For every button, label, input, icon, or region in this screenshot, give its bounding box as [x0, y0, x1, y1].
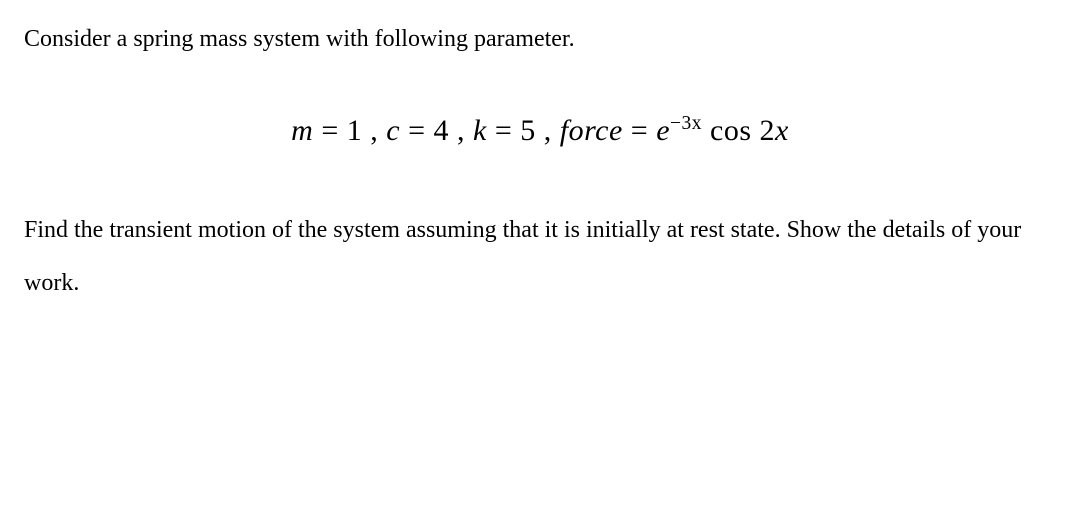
- equals-3: =: [487, 114, 520, 147]
- equals-1: =: [313, 114, 346, 147]
- intro-text: Consider a spring mass system with follo…: [24, 20, 1056, 58]
- space-1: [702, 114, 710, 147]
- question-text: Find the transient motion of the system …: [24, 204, 1056, 310]
- var-c: c: [386, 114, 400, 147]
- val-m: 1: [347, 114, 363, 147]
- val-c: 4: [433, 114, 449, 147]
- sep-2: ,: [449, 114, 473, 147]
- equation-display: m = 1 , c = 4 , k = 5 , force = e−3x cos…: [24, 114, 1056, 148]
- var-k: k: [473, 114, 487, 147]
- exp-text: −3x: [670, 113, 702, 134]
- e-exponent: −3x: [670, 113, 702, 134]
- sep-1: ,: [362, 114, 386, 147]
- force-label: force: [560, 114, 623, 147]
- var-m: m: [291, 114, 313, 147]
- equals-4: =: [623, 114, 656, 147]
- equals-2: =: [400, 114, 433, 147]
- cos-coeff: 2: [760, 114, 776, 147]
- val-k: 5: [520, 114, 536, 147]
- sep-3: ,: [536, 114, 560, 147]
- cos-x: x: [775, 114, 789, 147]
- e-base: e: [656, 114, 670, 147]
- cos-label: cos: [710, 114, 760, 147]
